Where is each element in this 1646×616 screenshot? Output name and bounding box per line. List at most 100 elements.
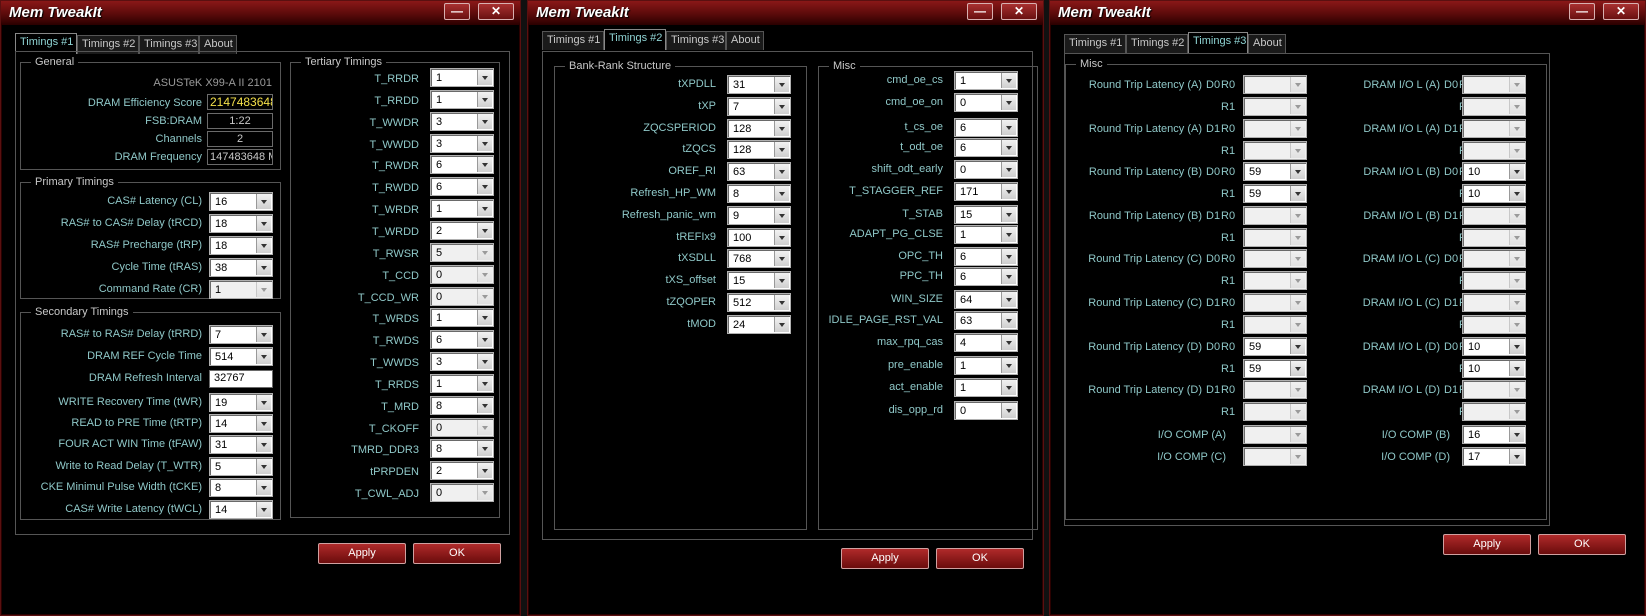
- chevron-down-icon[interactable]: [477, 310, 492, 326]
- secondary-select-read-to-pre-time-trtp[interactable]: 14: [209, 414, 273, 433]
- tertiary-select-t-rwsr[interactable]: 5: [430, 242, 494, 262]
- tab-timings-1[interactable]: Timings #1: [1064, 34, 1126, 53]
- chevron-down-icon[interactable]: [1001, 162, 1016, 177]
- misc-select-max-rpq-cas[interactable]: 4: [954, 333, 1018, 352]
- chevron-down-icon[interactable]: [1509, 164, 1524, 180]
- rtl-select-round-trip-latency-d-d0-r0[interactable]: 59: [1243, 336, 1307, 356]
- chevron-down-icon[interactable]: [1001, 207, 1016, 222]
- misc-select-t-odt-oe[interactable]: 6: [954, 138, 1018, 157]
- chevron-down-icon[interactable]: [477, 419, 492, 435]
- minimize-button[interactable]: —: [967, 3, 993, 20]
- chevron-down-icon[interactable]: [477, 354, 492, 370]
- chevron-down-icon[interactable]: [477, 135, 492, 151]
- dram-io-select-dram-i-o-l-b-d1-r1[interactable]: [1462, 227, 1526, 247]
- chevron-down-icon[interactable]: [1001, 269, 1016, 284]
- apply-button[interactable]: Apply: [318, 543, 406, 564]
- chevron-down-icon[interactable]: [1509, 295, 1524, 310]
- chevron-down-icon[interactable]: [1001, 358, 1016, 373]
- bank-select-oref-ri[interactable]: 63: [727, 162, 791, 182]
- chevron-down-icon[interactable]: [774, 295, 789, 310]
- dram-io-select-dram-i-o-l-a-d0-r0[interactable]: [1462, 75, 1526, 94]
- dram-io-select-dram-i-o-l-b-d1-r0[interactable]: [1462, 205, 1526, 225]
- bank-select-txp[interactable]: 7: [727, 96, 791, 116]
- title-bar[interactable]: Mem TweakIt — ✕: [528, 1, 1043, 25]
- chevron-down-icon[interactable]: [256, 260, 271, 275]
- misc-select-t-stab[interactable]: 15: [954, 205, 1018, 224]
- chevron-down-icon[interactable]: [256, 194, 271, 209]
- chevron-down-icon[interactable]: [1001, 335, 1016, 350]
- bank-select-tzqcs[interactable]: 128: [727, 140, 791, 160]
- tertiary-select-tprpden[interactable]: 2: [430, 461, 494, 481]
- chevron-down-icon[interactable]: [477, 222, 492, 238]
- chevron-down-icon[interactable]: [774, 98, 789, 114]
- dram-io-select-dram-i-o-l-c-d1-r0[interactable]: [1462, 293, 1526, 312]
- misc-select-adapt-pg-clse[interactable]: 1: [954, 225, 1018, 244]
- rtl-select-round-trip-latency-a-d0-r0[interactable]: [1243, 75, 1307, 94]
- chevron-down-icon[interactable]: [477, 288, 492, 304]
- chevron-down-icon[interactable]: [1290, 273, 1305, 289]
- chevron-down-icon[interactable]: [1290, 207, 1305, 223]
- close-button[interactable]: ✕: [1603, 3, 1639, 20]
- secondary-select-ras-to-ras-delay-trrd[interactable]: 7: [209, 325, 273, 344]
- rtl-select-round-trip-latency-b-d1-r1[interactable]: [1243, 227, 1307, 247]
- chevron-down-icon[interactable]: [256, 395, 271, 410]
- rtl-select-round-trip-latency-c-d0-r0[interactable]: [1243, 249, 1307, 269]
- chevron-down-icon[interactable]: [1290, 449, 1305, 464]
- chevron-down-icon[interactable]: [477, 70, 492, 85]
- chevron-down-icon[interactable]: [477, 332, 492, 348]
- tertiary-select-t-wrds[interactable]: 1: [430, 308, 494, 328]
- rtl-select-round-trip-latency-a-d1-r1[interactable]: [1243, 140, 1307, 160]
- dram-io-select-dram-i-o-l-d-d0-r0[interactable]: 10: [1462, 336, 1526, 356]
- chevron-down-icon[interactable]: [1290, 317, 1305, 332]
- io-comp-select-i-o-comp-a[interactable]: [1243, 425, 1307, 444]
- tertiary-select-t-wwds[interactable]: 3: [430, 352, 494, 372]
- tertiary-select-t-ccd[interactable]: 0: [430, 264, 494, 284]
- secondary-select-dram-ref-cycle-time[interactable]: 514: [209, 347, 273, 366]
- rtl-select-round-trip-latency-b-d0-r0[interactable]: 59: [1243, 162, 1307, 182]
- rtl-select-round-trip-latency-c-d0-r1[interactable]: [1243, 271, 1307, 291]
- chevron-down-icon[interactable]: [1001, 403, 1016, 418]
- secondary-select-cas-write-latency-twcl[interactable]: 14: [209, 500, 273, 519]
- chevron-down-icon[interactable]: [1001, 184, 1016, 199]
- tertiary-select-tmrd-ddr3[interactable]: 8: [430, 439, 494, 459]
- tertiary-select-t-rwds[interactable]: 6: [430, 330, 494, 350]
- chevron-down-icon[interactable]: [1290, 99, 1305, 114]
- misc-select-cmd-oe-cs[interactable]: 1: [954, 71, 1018, 90]
- tab-about[interactable]: About: [726, 31, 764, 50]
- tertiary-select-t-wwdd[interactable]: 3: [430, 133, 494, 153]
- misc-select-idle-page-rst-val[interactable]: 63: [954, 311, 1018, 330]
- close-button[interactable]: ✕: [1001, 3, 1037, 20]
- secondary-select-write-to-read-delay-t-wtr[interactable]: 5: [209, 457, 273, 476]
- dram-refresh-interval-field[interactable]: 32767: [209, 370, 273, 388]
- misc-select-shift-odt-early[interactable]: 0: [954, 160, 1018, 179]
- rtl-select-round-trip-latency-c-d1-r0[interactable]: [1243, 293, 1307, 312]
- minimize-button[interactable]: —: [1569, 3, 1595, 20]
- chevron-down-icon[interactable]: [256, 437, 271, 452]
- chevron-down-icon[interactable]: [1509, 427, 1524, 442]
- apply-button[interactable]: Apply: [1443, 534, 1531, 555]
- chevron-down-icon[interactable]: [1290, 186, 1305, 202]
- chevron-down-icon[interactable]: [256, 238, 271, 253]
- chevron-down-icon[interactable]: [1290, 120, 1305, 136]
- title-bar[interactable]: Mem TweakIt — ✕: [1, 1, 520, 25]
- bank-select-txpdll[interactable]: 31: [727, 75, 791, 94]
- chevron-down-icon[interactable]: [774, 273, 789, 289]
- close-button[interactable]: ✕: [478, 3, 514, 20]
- tertiary-select-t-mrd[interactable]: 8: [430, 395, 494, 415]
- tertiary-select-t-cwl-adj[interactable]: 0: [430, 483, 494, 503]
- misc-select-pre-enable[interactable]: 1: [954, 356, 1018, 375]
- primary-select-ras-precharge-trp[interactable]: 18: [209, 236, 273, 255]
- chevron-down-icon[interactable]: [477, 157, 492, 173]
- chevron-down-icon[interactable]: [1001, 292, 1016, 307]
- chevron-down-icon[interactable]: [1290, 427, 1305, 442]
- chevron-down-icon[interactable]: [477, 113, 492, 129]
- dram-io-select-dram-i-o-l-a-d0-r1[interactable]: [1462, 97, 1526, 116]
- chevron-down-icon[interactable]: [1509, 77, 1524, 92]
- chevron-down-icon[interactable]: [1290, 229, 1305, 245]
- bank-select-txsdll[interactable]: 768: [727, 249, 791, 269]
- misc-select-ppc-th[interactable]: 6: [954, 267, 1018, 286]
- chevron-down-icon[interactable]: [1290, 382, 1305, 398]
- chevron-down-icon[interactable]: [1509, 207, 1524, 223]
- chevron-down-icon[interactable]: [1509, 338, 1524, 354]
- chevron-down-icon[interactable]: [1509, 186, 1524, 202]
